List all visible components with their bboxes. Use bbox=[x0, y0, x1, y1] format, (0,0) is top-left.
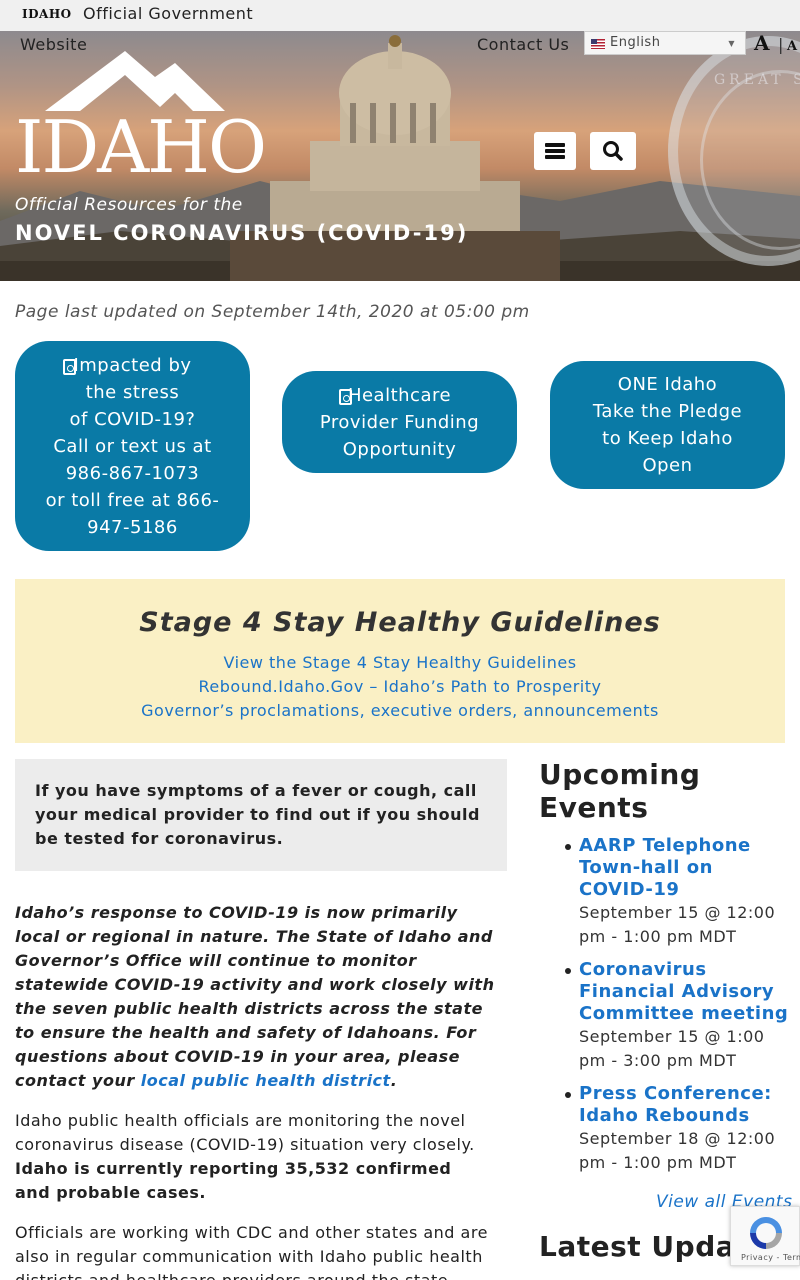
bullet bbox=[565, 844, 571, 850]
response-text: Idaho’s response to COVID-19 is now prim… bbox=[15, 903, 495, 1090]
language-value: English bbox=[610, 35, 661, 50]
monitoring-paragraph: Idaho public health officials are monito… bbox=[15, 1109, 507, 1205]
hero-tagline: Official Resources for the bbox=[15, 195, 243, 215]
chevron-down-icon: ▼ bbox=[728, 39, 735, 48]
response-end: . bbox=[390, 1071, 398, 1090]
event-title-link[interactable]: AARP Telephone Town-hall on COVID-19 bbox=[579, 835, 751, 900]
logo-wordmark: IDAHO bbox=[15, 105, 267, 189]
event-item: Press Conference: Idaho Rebounds Septemb… bbox=[565, 1083, 794, 1175]
menu-button[interactable] bbox=[534, 132, 576, 170]
hero-headline: NOVEL CORONAVIRUS (COVID-19) bbox=[15, 221, 469, 245]
stage-4-guidelines-box: Stage 4 Stay Healthy Guidelines View the… bbox=[15, 579, 785, 743]
search-icon bbox=[603, 141, 623, 161]
hero-banner: GREAT SE Website Contact Us English ▼ A … bbox=[0, 31, 800, 281]
event-date: September 15 @ 1:00 pm - 3:00 pm MDT bbox=[579, 1027, 765, 1070]
idaho-logo[interactable]: IDAHO bbox=[15, 49, 270, 189]
bullet bbox=[565, 968, 571, 974]
font-size-separator: | bbox=[778, 35, 784, 54]
official-government-label: Official Government bbox=[83, 4, 254, 23]
recaptcha-label: Privacy - Terms bbox=[741, 1253, 800, 1262]
upcoming-events-title: Upcoming Events bbox=[539, 758, 701, 824]
hamburger-icon bbox=[545, 143, 565, 147]
font-size-decrease-button[interactable]: A bbox=[787, 39, 798, 54]
search-button[interactable] bbox=[590, 132, 636, 170]
event-item: AARP Telephone Town-hall on COVID-19 Sep… bbox=[565, 835, 794, 949]
monitoring-text: Idaho public health officials are monito… bbox=[15, 1111, 475, 1154]
local-health-district-link[interactable]: local public health district bbox=[141, 1071, 391, 1090]
contact-us-link[interactable]: Contact Us bbox=[477, 35, 569, 54]
officials-paragraph: Officials are working with CDC and other… bbox=[15, 1223, 488, 1280]
pdf-icon bbox=[63, 354, 82, 381]
event-title-link[interactable]: Coronavirus Financial Advisory Committee… bbox=[579, 959, 788, 1024]
one-idaho-pledge-label: ONE Idaho Take the Pledge to Keep Idaho … bbox=[592, 374, 743, 476]
event-title-link[interactable]: Press Conference: Idaho Rebounds bbox=[579, 1083, 772, 1126]
stage-4-guidelines-link[interactable]: View the Stage 4 Stay Healthy Guidelines bbox=[15, 653, 785, 672]
stage-4-title: Stage 4 Stay Healthy Guidelines bbox=[139, 607, 661, 638]
idaho-mini-logo: IDAHO bbox=[22, 7, 72, 21]
governor-proclamations-link[interactable]: Governor’s proclamations, executive orde… bbox=[15, 701, 785, 720]
recaptcha-badge[interactable]: Privacy - Terms bbox=[730, 1206, 800, 1266]
one-idaho-pledge-button[interactable]: ONE Idaho Take the Pledge to Keep Idaho … bbox=[550, 361, 785, 489]
stress-helpline-button[interactable]: Impacted by the stress of COVID-19? Call… bbox=[15, 341, 250, 551]
event-item: Coronavirus Financial Advisory Committee… bbox=[565, 959, 794, 1073]
symptoms-notice: If you have symptoms of a fever or cough… bbox=[15, 759, 507, 871]
top-bar: IDAHO Official Government bbox=[0, 0, 800, 31]
language-select[interactable]: English ▼ bbox=[584, 31, 746, 55]
rebound-idaho-link[interactable]: Rebound.Idaho.Gov – Idaho’s Path to Pros… bbox=[15, 677, 785, 696]
response-paragraph: Idaho’s response to COVID-19 is now prim… bbox=[15, 901, 507, 1093]
event-date: September 18 @ 12:00 pm - 1:00 pm MDT bbox=[579, 1129, 776, 1172]
us-flag-icon bbox=[591, 39, 605, 49]
last-updated-text: Page last updated on September 14th, 202… bbox=[15, 302, 530, 322]
font-size-increase-button[interactable]: A bbox=[754, 31, 770, 55]
recaptcha-icon bbox=[750, 1217, 782, 1249]
case-count-text: Idaho is currently reporting 35,532 conf… bbox=[15, 1159, 452, 1202]
healthcare-funding-button[interactable]: Healthcare Provider Funding Opportunity bbox=[282, 371, 517, 473]
pdf-icon bbox=[339, 384, 358, 411]
bullet bbox=[565, 1092, 571, 1098]
event-date: September 15 @ 12:00 pm - 1:00 pm MDT bbox=[579, 903, 776, 946]
